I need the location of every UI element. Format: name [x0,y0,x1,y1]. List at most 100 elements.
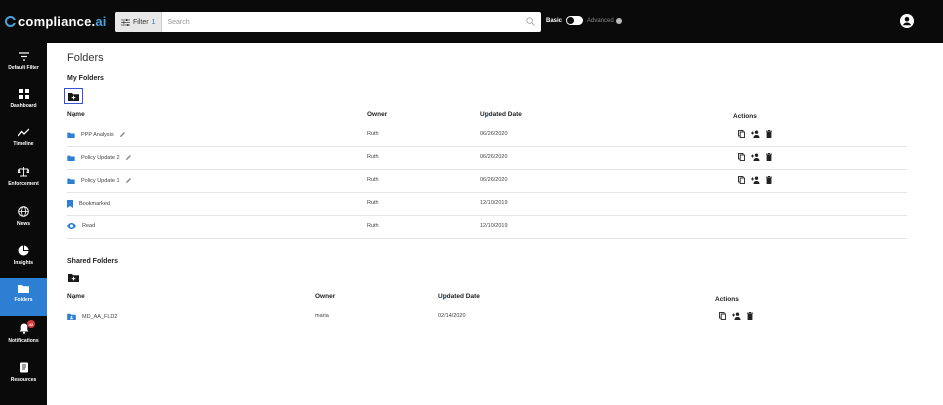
logo-mark-icon [5,15,16,27]
share-user-icon[interactable] [751,130,760,138]
sidebar-item-news[interactable]: News [0,200,47,238]
table-row[interactable]: PPP Analysis Ruth 06/26/2020 [67,124,907,147]
owner-cell: maria [315,313,329,319]
mode-advanced-label: Advanced [587,17,614,24]
folder-icon [67,178,75,184]
owner-cell: Ruth [367,177,379,183]
top-bar: compliance.ai Filter 1 Basic Advanced [0,0,943,43]
trash-icon[interactable] [766,153,772,161]
filter-label: Filter [133,18,149,26]
updated-cell: 06/26/2020 [480,177,508,183]
folder-name: MD_AA_FLD2 [82,313,118,320]
row-actions [738,130,772,138]
share-user-icon[interactable] [751,153,760,161]
sidebar-item-timeline[interactable]: Timeline [0,122,47,160]
sidebar-nav: Default Filter Dashboard Timeline Enforc… [0,43,47,405]
updated-cell: 06/26/2020 [480,154,508,160]
folder-name-cell[interactable]: PPP Analysis [67,131,132,138]
edit-pencil-icon[interactable] [125,177,132,184]
copy-icon[interactable] [738,130,745,138]
copy-icon[interactable] [738,176,745,184]
folder-name-cell[interactable]: Read [67,223,95,229]
trash-icon[interactable] [766,176,772,184]
copy-icon[interactable] [738,153,745,161]
sidebar-item-dashboard[interactable]: Dashboard [0,83,47,121]
sidebar-item-enforcement[interactable]: Enforcement [0,161,47,199]
folder-name: PPP Analysis [81,131,114,138]
folder-name-cell[interactable]: Bookmarked [67,200,110,208]
folder-icon [67,132,75,138]
edit-pencil-icon[interactable] [119,131,126,138]
folder-name: Policy Update 1 [81,177,120,184]
sidebar-item-label: Enforcement [8,181,39,187]
sidebar-item-label: Default Filter [8,65,39,71]
row-actions [738,176,772,184]
folder-name-cell[interactable]: Policy Update 2 [67,154,138,161]
sidebar-item-default-filter[interactable]: Default Filter [0,46,47,84]
add-folder-icon [68,92,79,101]
my-folders-title: My Folders [67,75,104,82]
filter-button[interactable]: Filter 1 [115,12,163,32]
folder-name: Policy Update 2 [81,154,120,161]
trash-icon[interactable] [766,130,772,138]
main-content: Folders My Folders Name ⌄ ⌃ Owner Updated … [47,43,943,405]
folder-icon [18,285,29,293]
owner-cell: Ruth [367,200,379,206]
edit-pencil-icon[interactable] [125,154,132,161]
sidebar-item-insights[interactable]: Insights [0,239,47,277]
folder-name-cell[interactable]: MD_AA_FLD2 [67,313,117,320]
folder-name-cell[interactable]: Policy Update 1 [67,177,138,184]
share-user-icon[interactable] [751,176,760,184]
share-user-icon[interactable] [732,312,741,320]
column-header-owner: Owner [315,293,336,300]
book-icon [19,362,28,373]
owner-cell: Ruth [367,154,379,160]
info-icon[interactable] [615,17,622,24]
table-row[interactable]: Policy Update 1 Ruth 06/26/2020 [67,170,907,193]
column-header-actions: Actions [715,296,739,303]
column-header-actions: Actions [733,113,757,120]
sidebar-item-label: Resources [10,377,37,383]
row-actions [719,312,753,320]
table-row[interactable]: Policy Update 2 Ruth 06/26/2020 [67,147,907,170]
mode-basic-label: Basic [546,17,563,24]
folder-icon [67,155,75,161]
sidebar-item-notifications[interactable]: 42 Notifications [0,317,47,355]
table-row[interactable]: Bookmarked Ruth 12/10/2019 [67,193,907,216]
sort-asc-icon: ⌃ [71,112,77,119]
add-folder-button[interactable] [64,88,83,104]
sidebar-item-label: News [16,221,31,227]
updated-cell: 02/14/2020 [438,313,466,319]
sidebar-item-folders[interactable]: Folders [0,278,47,316]
add-folder-icon [68,273,79,282]
owner-cell: Ruth [367,131,379,137]
sidebar-item-label: Dashboard [10,103,37,109]
filter-sliders-icon [121,18,130,26]
search-icon[interactable] [526,17,535,26]
user-account-icon[interactable] [900,14,914,28]
filter-count: 1 [151,18,156,26]
sidebar-item-resources[interactable]: Resources [0,356,47,394]
mode-toggle[interactable] [566,16,584,25]
pie-chart-icon [18,245,29,256]
table-row[interactable]: Read Ruth 12/10/2019 [67,216,907,239]
bookmark-icon [67,200,73,208]
folder-name: Bookmarked [79,201,110,207]
shared-folder-icon [67,313,76,320]
timeline-icon [18,128,29,137]
folder-name: Read [82,223,96,229]
sort-asc-icon: ⌃ [71,294,77,301]
search-input[interactable] [162,13,541,31]
copy-icon[interactable] [719,312,726,320]
app-logo[interactable]: compliance. ai [5,13,107,29]
toggle-knob [567,17,575,24]
trash-icon[interactable] [747,312,753,320]
updated-cell: 12/10/2019 [480,223,508,229]
add-shared-folder-button[interactable] [64,269,83,285]
shared-folders-title: Shared Folders [67,258,118,265]
sort-desc-icon: ⌄ [442,294,448,301]
my-folders-table-header: Name ⌄ ⌃ Owner Updated Date ⌄ Actions [67,111,757,120]
notification-badge: 42 [27,320,35,328]
table-row[interactable]: MD_AA_FLD2 maria 02/14/2020 [67,306,887,329]
globe-icon [18,206,29,217]
